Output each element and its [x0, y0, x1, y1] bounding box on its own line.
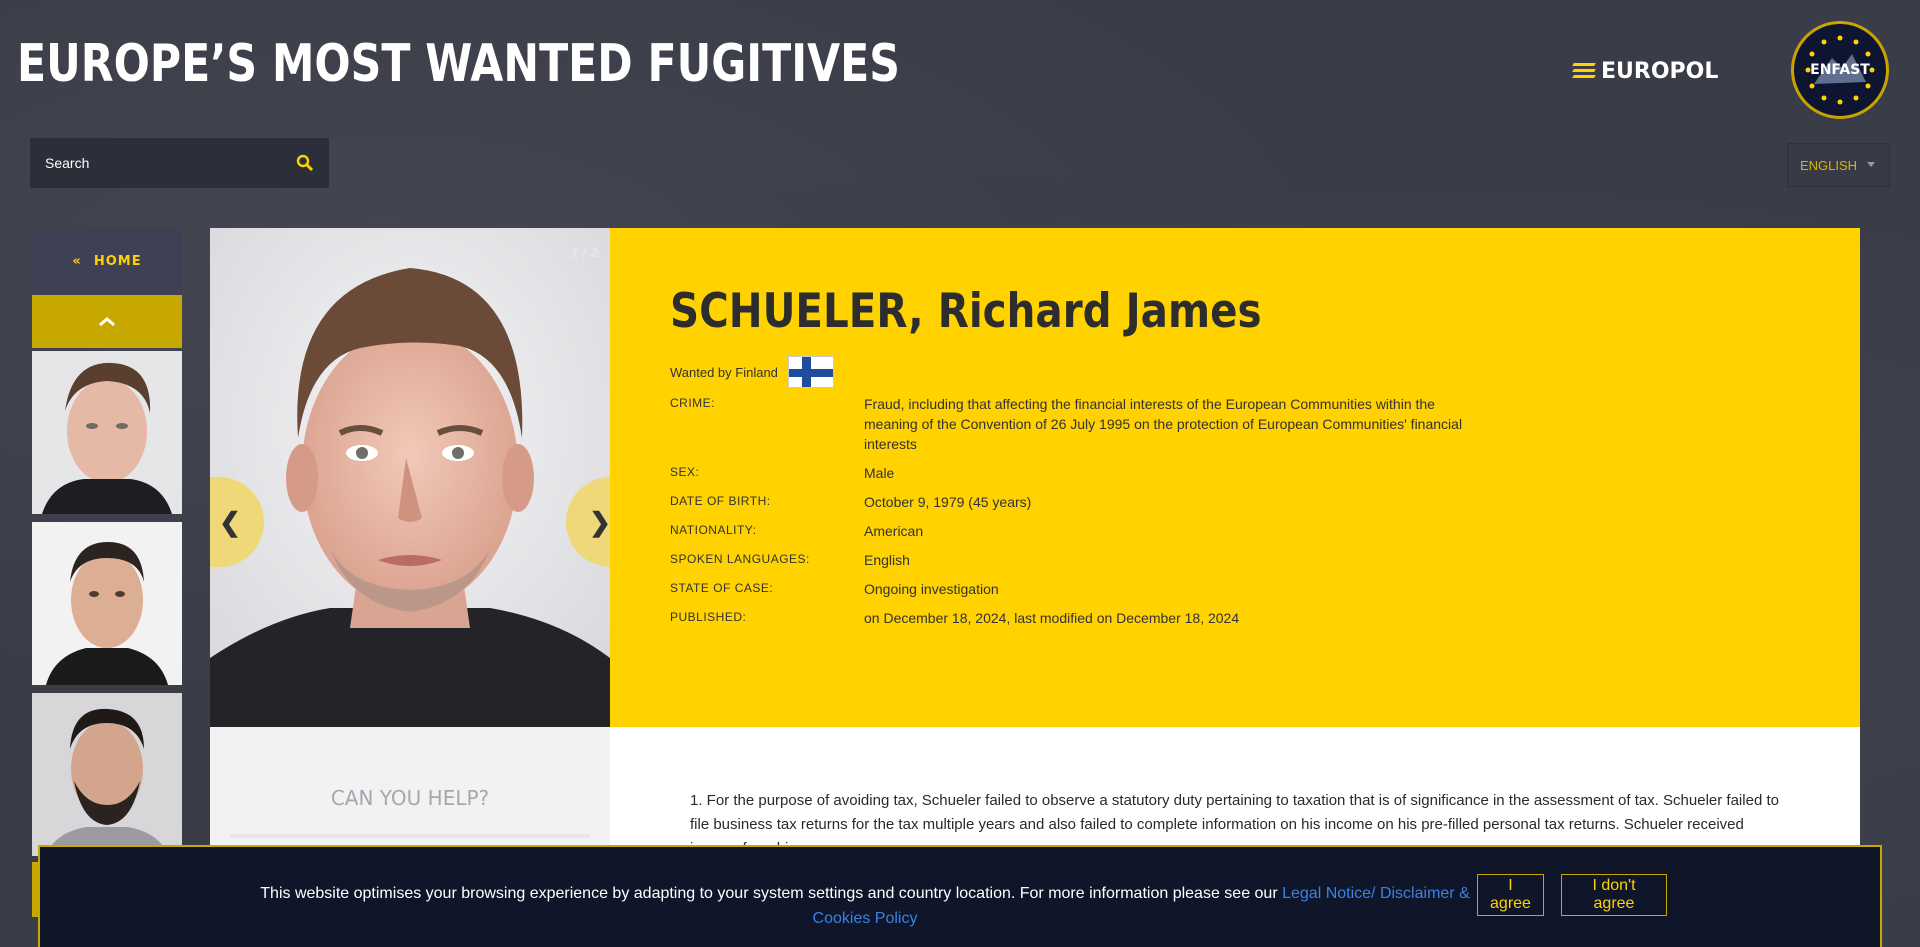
photo-counter: 1 / 2: [570, 244, 598, 260]
detail-row-crime: CRIME: Fraud, including that affecting t…: [670, 394, 1470, 454]
details-list: CRIME: Fraud, including that affecting t…: [670, 394, 1470, 637]
detail-value: Male: [864, 465, 895, 481]
search-bar: [30, 138, 329, 188]
detail-row-published: PUBLISHED: on December 18, 2024, last mo…: [670, 608, 1470, 628]
detail-value: English: [864, 552, 910, 568]
sidebar: « HOME: [32, 228, 182, 856]
enfast-logo[interactable]: ENFAST: [1791, 21, 1889, 119]
detail-value: American: [864, 523, 924, 539]
detail-label: STATE OF CASE:: [670, 581, 774, 595]
detail-value: on December 18, 2024, last modified on D…: [864, 610, 1240, 626]
fugitive-thumbnail[interactable]: [32, 351, 182, 514]
detail-value: Ongoing investigation: [864, 581, 999, 597]
fugitive-thumbnail[interactable]: [32, 522, 182, 685]
detail-row-state-of-case: STATE OF CASE: Ongoing investigation: [670, 579, 1470, 599]
cookie-banner: This website optimises your browsing exp…: [38, 845, 1882, 947]
detail-label: DATE OF BIRTH:: [670, 494, 771, 508]
cookie-text: This website optimises your browsing exp…: [260, 885, 1283, 902]
detail-value: Fraud, including that affecting the fina…: [864, 396, 1463, 452]
detail-label: CRIME:: [670, 396, 715, 410]
disagree-button[interactable]: I don't agree: [1561, 874, 1667, 916]
wanted-by-text: Wanted by Finland: [670, 364, 778, 380]
europol-stripes-icon: [1572, 62, 1596, 80]
chevron-right-icon: ❯: [589, 506, 611, 537]
europol-logo[interactable]: EUROPOL: [1572, 58, 1719, 84]
cookie-message: This website optimises your browsing exp…: [240, 881, 1490, 931]
language-selected: ENGLISH: [1800, 157, 1858, 173]
search-input[interactable]: [45, 155, 296, 171]
caret-down-icon: [1867, 162, 1875, 167]
detail-label: NATIONALITY:: [670, 523, 757, 537]
detail-row-sex: SEX: Male: [670, 463, 1470, 483]
detail-row-spoken-languages: SPOKEN LANGUAGES: English: [670, 550, 1470, 570]
agree-button[interactable]: I agree: [1477, 874, 1544, 916]
home-label: HOME: [93, 254, 142, 269]
wanted-by: Wanted by Finland: [670, 356, 834, 388]
divider: [230, 834, 590, 838]
search-icon[interactable]: [296, 154, 314, 172]
detail-row-nationality: NATIONALITY: American: [670, 521, 1470, 541]
chevron-left-icon: ❮: [219, 506, 241, 537]
fugitive-info-panel: SCHUELER, Richard James Wanted by Finlan…: [610, 228, 1860, 727]
language-select[interactable]: ENGLISH: [1787, 143, 1890, 187]
fugitive-thumbnail[interactable]: [32, 693, 182, 856]
detail-label: SEX:: [670, 465, 700, 479]
site-title: EUROPE’S MOST WANTED FUGITIVES: [17, 34, 900, 94]
can-you-help-title: CAN YOU HELP?: [330, 786, 490, 810]
double-chevron-left-icon: «: [72, 254, 82, 269]
main-photo: 1 / 2: [210, 228, 610, 727]
europol-logo-text: EUROPOL: [1601, 58, 1719, 84]
finland-flag-icon: [787, 356, 834, 388]
fugitive-portrait: [210, 228, 610, 727]
fugitive-name: SCHUELER, Richard James: [670, 284, 1262, 339]
detail-label: PUBLISHED:: [670, 610, 747, 624]
detail-value: October 9, 1979 (45 years): [864, 494, 1032, 510]
scroll-up-button[interactable]: [32, 295, 182, 348]
enfast-logo-text: ENFAST: [1810, 62, 1870, 78]
detail-row-date-of-birth: DATE OF BIRTH: October 9, 1979 (45 years…: [670, 492, 1470, 512]
detail-label: SPOKEN LANGUAGES:: [670, 552, 810, 566]
home-button[interactable]: « HOME: [32, 228, 182, 295]
chevron-up-icon: [99, 316, 115, 326]
